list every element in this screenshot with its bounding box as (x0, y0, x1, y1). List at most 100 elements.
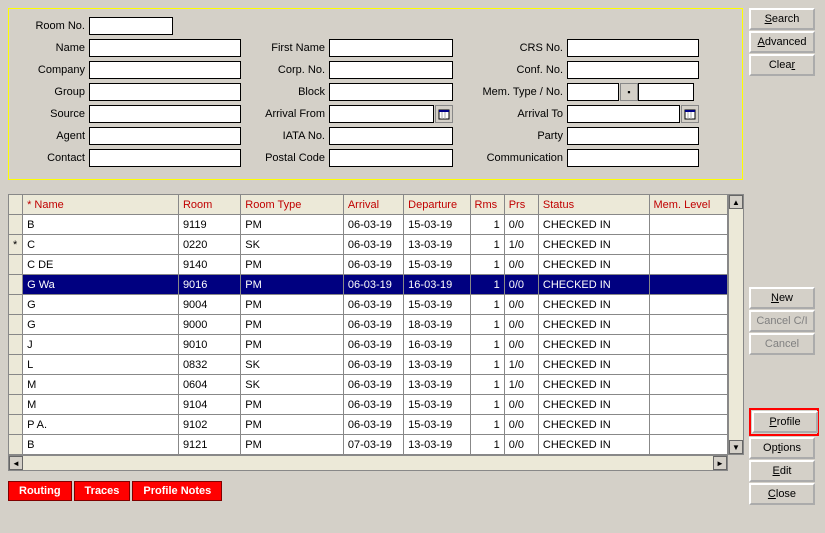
cell-arrival: 06-03-19 (343, 215, 403, 235)
clear-button[interactable]: Clear (749, 54, 815, 76)
mem-type-input[interactable] (567, 83, 619, 101)
cell-rms: 1 (470, 395, 504, 415)
table-row[interactable]: M9104PM06-03-1915-03-1910/0CHECKED IN (9, 395, 728, 415)
search-button[interactable]: Search (749, 8, 815, 30)
mem-no-input[interactable] (638, 83, 694, 101)
col-room-type[interactable]: Room Type (241, 195, 344, 215)
arrival-to-input[interactable] (567, 105, 680, 123)
profile-notes-button[interactable]: Profile Notes (132, 481, 222, 501)
table-row[interactable]: J9010PM06-03-1916-03-1910/0CHECKED IN (9, 335, 728, 355)
cell-mem-level (649, 295, 727, 315)
table-row[interactable]: *C0220SK06-03-1913-03-1911/0CHECKED IN (9, 235, 728, 255)
col-prs[interactable]: Prs (504, 195, 538, 215)
cell-name: G (23, 315, 179, 335)
new-button[interactable]: New (749, 287, 815, 309)
room-no-label: Room No. (17, 20, 89, 32)
cell-name: P A. (23, 415, 179, 435)
col-room[interactable]: Room (178, 195, 240, 215)
cell-departure: 13-03-19 (404, 235, 470, 255)
cell-prs: 0/0 (504, 315, 538, 335)
scroll-right-icon[interactable]: ► (713, 456, 727, 470)
contact-input[interactable] (89, 149, 241, 167)
cell-room-type: PM (241, 275, 344, 295)
advanced-button[interactable]: Advanced (749, 31, 815, 53)
communication-input[interactable] (567, 149, 699, 167)
table-row[interactable]: C DE9140PM06-03-1915-03-1910/0CHECKED IN (9, 255, 728, 275)
cell-room-type: SK (241, 235, 344, 255)
row-marker (9, 315, 23, 335)
cell-rms: 1 (470, 355, 504, 375)
traces-button[interactable]: Traces (74, 481, 131, 501)
first-name-input[interactable] (329, 39, 453, 57)
table-row[interactable]: L0832SK06-03-1913-03-1911/0CHECKED IN (9, 355, 728, 375)
col-name[interactable]: * Name (23, 195, 179, 215)
arrival-from-input[interactable] (329, 105, 434, 123)
mem-type-dropdown[interactable]: ▪ (620, 83, 638, 101)
table-row[interactable]: B9119PM06-03-1915-03-1910/0CHECKED IN (9, 215, 728, 235)
profile-button[interactable]: Profile (752, 411, 818, 433)
cell-rms: 1 (470, 375, 504, 395)
table-row[interactable]: B9121PM07-03-1913-03-1910/0CHECKED IN (9, 435, 728, 455)
party-label: Party (453, 130, 567, 142)
options-button[interactable]: Options (749, 437, 815, 459)
cell-arrival: 06-03-19 (343, 355, 403, 375)
cell-name: C DE (23, 255, 179, 275)
col-departure[interactable]: Departure (404, 195, 470, 215)
company-label: Company (17, 64, 89, 76)
cell-prs: 0/0 (504, 215, 538, 235)
corp-no-label: Corp. No. (241, 64, 329, 76)
cell-room: 0604 (178, 375, 240, 395)
agent-input[interactable] (89, 127, 241, 145)
cell-room-type: SK (241, 355, 344, 375)
table-row[interactable]: P A.9102PM06-03-1915-03-1910/0CHECKED IN (9, 415, 728, 435)
cell-name: M (23, 375, 179, 395)
table-row[interactable]: M0604SK06-03-1913-03-1911/0CHECKED IN (9, 375, 728, 395)
table-row[interactable]: G9000PM06-03-1918-03-1910/0CHECKED IN (9, 315, 728, 335)
company-input[interactable] (89, 61, 241, 79)
col-marker[interactable] (9, 195, 23, 215)
block-input[interactable] (329, 83, 453, 101)
mem-type-no-label: Mem. Type / No. (453, 86, 567, 98)
row-marker (9, 355, 23, 375)
name-input[interactable] (89, 39, 241, 57)
col-mem-level[interactable]: Mem. Level (649, 195, 727, 215)
iata-no-input[interactable] (329, 127, 453, 145)
block-label: Block (241, 86, 329, 98)
arrival-to-calendar-icon[interactable] (681, 105, 699, 123)
cell-arrival: 06-03-19 (343, 415, 403, 435)
cell-arrival: 06-03-19 (343, 335, 403, 355)
col-arrival[interactable]: Arrival (343, 195, 403, 215)
arrival-from-calendar-icon[interactable] (435, 105, 453, 123)
conf-no-input[interactable] (567, 61, 699, 79)
cell-status: CHECKED IN (538, 295, 649, 315)
table-row[interactable]: G9004PM06-03-1915-03-1910/0CHECKED IN (9, 295, 728, 315)
postal-code-input[interactable] (329, 149, 453, 167)
scroll-up-icon[interactable]: ▲ (729, 195, 743, 209)
close-button[interactable]: Close (749, 483, 815, 505)
corp-no-input[interactable] (329, 61, 453, 79)
cell-status: CHECKED IN (538, 415, 649, 435)
col-status[interactable]: Status (538, 195, 649, 215)
group-input[interactable] (89, 83, 241, 101)
crs-no-input[interactable] (567, 39, 699, 57)
cell-departure: 15-03-19 (404, 295, 470, 315)
cell-room: 9121 (178, 435, 240, 455)
col-rms[interactable]: Rms (470, 195, 504, 215)
cell-departure: 15-03-19 (404, 215, 470, 235)
cell-room: 9000 (178, 315, 240, 335)
cell-mem-level (649, 335, 727, 355)
edit-button[interactable]: Edit (749, 460, 815, 482)
cell-mem-level (649, 235, 727, 255)
party-input[interactable] (567, 127, 699, 145)
table-row[interactable]: G Wa9016PM06-03-1916-03-1910/0CHECKED IN (9, 275, 728, 295)
cell-prs: 1/0 (504, 235, 538, 255)
horizontal-scrollbar[interactable]: ◄ ► (8, 455, 728, 471)
routing-button[interactable]: Routing (8, 481, 72, 501)
scroll-left-icon[interactable]: ◄ (9, 456, 23, 470)
vertical-scrollbar[interactable]: ▲ ▼ (728, 194, 744, 455)
scroll-down-icon[interactable]: ▼ (729, 440, 743, 454)
room-no-input[interactable] (89, 17, 173, 35)
cell-departure: 13-03-19 (404, 375, 470, 395)
cell-rms: 1 (470, 415, 504, 435)
source-input[interactable] (89, 105, 241, 123)
